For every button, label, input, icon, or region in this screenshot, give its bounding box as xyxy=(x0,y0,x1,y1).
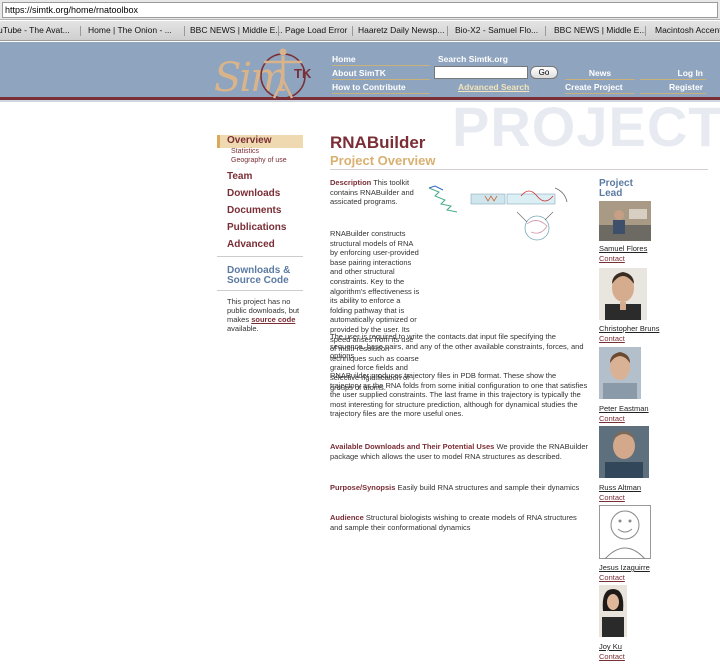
bookmark-separator xyxy=(447,26,448,36)
lead-contact-link[interactable]: Contact xyxy=(599,334,625,343)
lead-name-russ-altman[interactable]: Russ Altman xyxy=(599,483,641,492)
downloads-uses-label: Available Downloads and Their Potential … xyxy=(330,442,495,451)
go-button[interactable]: Go xyxy=(530,66,558,79)
bookmark-haaretz[interactable]: Haaretz Daily Newsp... xyxy=(358,25,444,35)
nav-how-to-contribute[interactable]: How to Contribute xyxy=(332,81,430,94)
lead-name-joy-ku[interactable]: Joy Ku xyxy=(599,642,622,651)
sidebar-divider xyxy=(217,290,303,291)
audience-label: Audience xyxy=(330,513,364,522)
rna-folding-diagram-image xyxy=(428,185,568,241)
purpose-block: Purpose/Synopsis Easily build RNA struct… xyxy=(330,483,588,493)
bookmark-page-load-error[interactable]: Page Load Error xyxy=(285,25,347,35)
bookmark-separator xyxy=(278,26,279,36)
sidebar-sub-geography[interactable]: Geography of use xyxy=(231,157,287,164)
audience-block: Audience Structural biologists wishing t… xyxy=(330,513,588,532)
lead-name-christopher-bruns[interactable]: Christopher Bruns xyxy=(599,324,659,333)
sidebar-item-overview[interactable]: Overview xyxy=(217,135,303,148)
project-lead-heading-line2: Lead xyxy=(599,188,623,199)
bookmark-separator xyxy=(184,26,185,36)
avatar[interactable] xyxy=(599,268,647,320)
lead-contact-link[interactable]: Contact xyxy=(599,573,625,582)
project-lead-heading: Project Lead xyxy=(599,179,633,199)
lead-contact-link[interactable]: Contact xyxy=(599,493,625,502)
audience-text: Structural biologists wishing to create … xyxy=(330,513,577,532)
lead-contact-link[interactable]: Contact xyxy=(599,254,625,263)
subtitle-divider xyxy=(330,169,708,170)
project-title: RNABuilder xyxy=(330,133,426,152)
project-watermark: PROJECT xyxy=(452,95,720,158)
default-avatar-smiley-icon[interactable] xyxy=(599,505,651,559)
nav-home[interactable]: Home xyxy=(332,53,430,66)
nav-log-in[interactable]: Log In xyxy=(640,67,706,80)
overview-paragraph-2: The user is required to write the contac… xyxy=(330,332,584,361)
purpose-label: Purpose/Synopsis xyxy=(330,483,396,492)
downloads-text-after: available. xyxy=(227,324,259,333)
lead-name-samuel-flores[interactable]: Samuel Flores xyxy=(599,244,647,253)
sidebar-item-advanced[interactable]: Advanced xyxy=(227,239,275,250)
avatar[interactable] xyxy=(599,426,649,478)
nav-create-project[interactable]: Create Project xyxy=(565,81,635,94)
advanced-search-link[interactable]: Advanced Search xyxy=(458,82,529,92)
avatar[interactable] xyxy=(599,585,627,637)
avatar[interactable] xyxy=(599,201,651,241)
sidebar-item-team[interactable]: Team xyxy=(227,171,252,182)
search-input[interactable] xyxy=(434,66,528,79)
source-code-link[interactable]: source code xyxy=(251,315,295,324)
downloads-source-heading: Downloads & Source Code xyxy=(227,266,307,286)
simtk-logo-tk: TK xyxy=(294,66,312,81)
lead-contact-link[interactable]: Contact xyxy=(599,652,625,661)
nav-about-simtk[interactable]: About SimTK xyxy=(332,67,430,80)
description-block: Description This toolkit contains RNABui… xyxy=(330,178,422,207)
nav-news[interactable]: News xyxy=(565,67,635,80)
bookmark-separator xyxy=(352,26,353,36)
bookmark-youtube[interactable]: uTube - The Avat... xyxy=(0,25,70,35)
purpose-text: Easily build RNA structures and sample t… xyxy=(395,483,580,492)
bookmark-biox2[interactable]: Bio-X2 - Samuel Flo... xyxy=(455,25,538,35)
downloads-heading-line2: Source Code xyxy=(227,275,289,286)
description-label: Description xyxy=(330,178,372,187)
bookmark-bbc-2[interactable]: BBC NEWS | Middle E... xyxy=(554,25,646,35)
bookmark-macintosh[interactable]: Macintosh Accent xyxy=(655,25,720,35)
avatar[interactable] xyxy=(599,347,641,399)
sidebar-item-label: Overview xyxy=(227,135,272,146)
lead-name-jesus-izaguirre[interactable]: Jesus Izaguirre xyxy=(599,563,650,572)
sidebar-item-downloads[interactable]: Downloads xyxy=(227,188,280,199)
search-label: Search Simtk.org xyxy=(438,54,508,64)
bookmark-separator xyxy=(80,26,81,36)
sidebar-divider xyxy=(217,256,303,257)
sidebar-item-documents[interactable]: Documents xyxy=(227,205,281,216)
overview-paragraph-3: RNABuilder produces trajectory files in … xyxy=(330,371,588,419)
bookmark-onion[interactable]: Home | The Onion - ... xyxy=(88,25,172,35)
sidebar-sub-statistics[interactable]: Statistics xyxy=(231,148,259,155)
bookmark-bbc-1[interactable]: BBC NEWS | Middle E... xyxy=(190,25,282,35)
bookmark-separator xyxy=(545,26,546,36)
sidebar-item-publications[interactable]: Publications xyxy=(227,222,286,233)
bookmark-separator xyxy=(645,26,646,36)
browser-toolbar: https://simtk.org/home/rnatoolbox xyxy=(0,0,720,20)
lead-contact-link[interactable]: Contact xyxy=(599,414,625,423)
nav-register[interactable]: Register xyxy=(640,81,706,94)
page-subtitle: Project Overview xyxy=(330,153,436,168)
address-bar[interactable]: https://simtk.org/home/rnatoolbox xyxy=(2,2,718,18)
lead-name-peter-eastman[interactable]: Peter Eastman xyxy=(599,404,649,413)
downloads-uses-block: Available Downloads and Their Potential … xyxy=(330,442,588,461)
downloads-source-text: This project has no public downloads, bu… xyxy=(227,297,311,333)
overview-paragraph-1: RNABuilder constructs structural models … xyxy=(330,229,420,392)
bookmarks-bar: uTube - The Avat... Home | The Onion - .… xyxy=(0,21,720,41)
